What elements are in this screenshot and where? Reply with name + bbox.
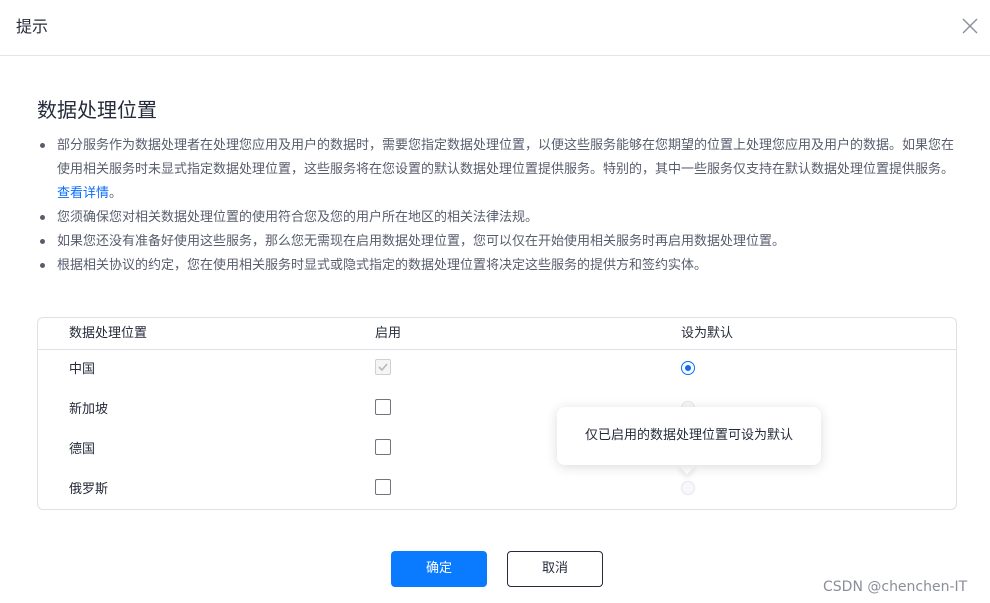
info-suffix: 。 (109, 186, 123, 201)
enable-checkbox[interactable] (375, 399, 391, 415)
default-radio[interactable] (681, 361, 695, 375)
column-header-enable: 启用 (375, 326, 402, 341)
tooltip: 仅已启用的数据处理位置可设为默认 (557, 407, 821, 465)
info-item: 部分服务作为数据处理者在处理您应用及用户的数据时，需要您指定数据处理位置，以便这… (37, 134, 957, 206)
info-text: 部分服务作为数据处理者在处理您应用及用户的数据时，需要您指定数据处理位置，以便这… (57, 138, 955, 177)
check-icon (378, 363, 388, 372)
info-list: 部分服务作为数据处理者在处理您应用及用户的数据时，需要您指定数据处理位置，以便这… (37, 134, 957, 278)
table-row: 中国 (38, 350, 956, 390)
default-radio (681, 481, 695, 495)
confirm-button[interactable]: 确定 (391, 551, 487, 587)
location-label: 中国 (69, 362, 96, 377)
watermark: CSDN @chenchen-IT (823, 579, 968, 595)
info-text: 根据相关协议的约定，您在使用相关服务时显式或隐式指定的数据处理位置将决定这些服务… (57, 258, 708, 273)
info-item: 根据相关协议的约定，您在使用相关服务时显式或隐式指定的数据处理位置将决定这些服务… (37, 254, 957, 278)
location-label: 俄罗斯 (69, 482, 109, 497)
info-text: 您须确保您对相关数据处理位置的使用符合您及您的用户所在地区的相关法律法规。 (57, 210, 539, 225)
location-label: 德国 (69, 442, 96, 457)
close-icon[interactable] (960, 16, 980, 36)
view-details-link[interactable]: 查看详情 (57, 186, 109, 201)
dialog-title: 提示 (16, 17, 49, 36)
dialog-header: 提示 (0, 0, 990, 56)
enable-checkbox (375, 359, 391, 375)
info-text: 如果您还没有准备好使用这些服务，那么您无需现在启用数据处理位置，您可以仅在开始使… (57, 234, 786, 249)
section-title: 数据处理位置 (37, 98, 157, 122)
column-header-location: 数据处理位置 (69, 326, 148, 341)
info-item: 如果您还没有准备好使用这些服务，那么您无需现在启用数据处理位置，您可以仅在开始使… (37, 230, 957, 254)
column-header-default: 设为默认 (681, 326, 734, 341)
enable-checkbox[interactable] (375, 479, 391, 495)
location-label: 新加坡 (69, 402, 109, 417)
cancel-button[interactable]: 取消 (507, 551, 603, 587)
dialog: 提示 数据处理位置 部分服务作为数据处理者在处理您应用及用户的数据时，需要您指定… (0, 0, 990, 603)
table-row: 俄罗斯 (38, 470, 956, 510)
enable-checkbox[interactable] (375, 439, 391, 455)
info-item: 您须确保您对相关数据处理位置的使用符合您及您的用户所在地区的相关法律法规。 (37, 206, 957, 230)
table-header: 数据处理位置 启用 设为默认 (38, 318, 956, 350)
